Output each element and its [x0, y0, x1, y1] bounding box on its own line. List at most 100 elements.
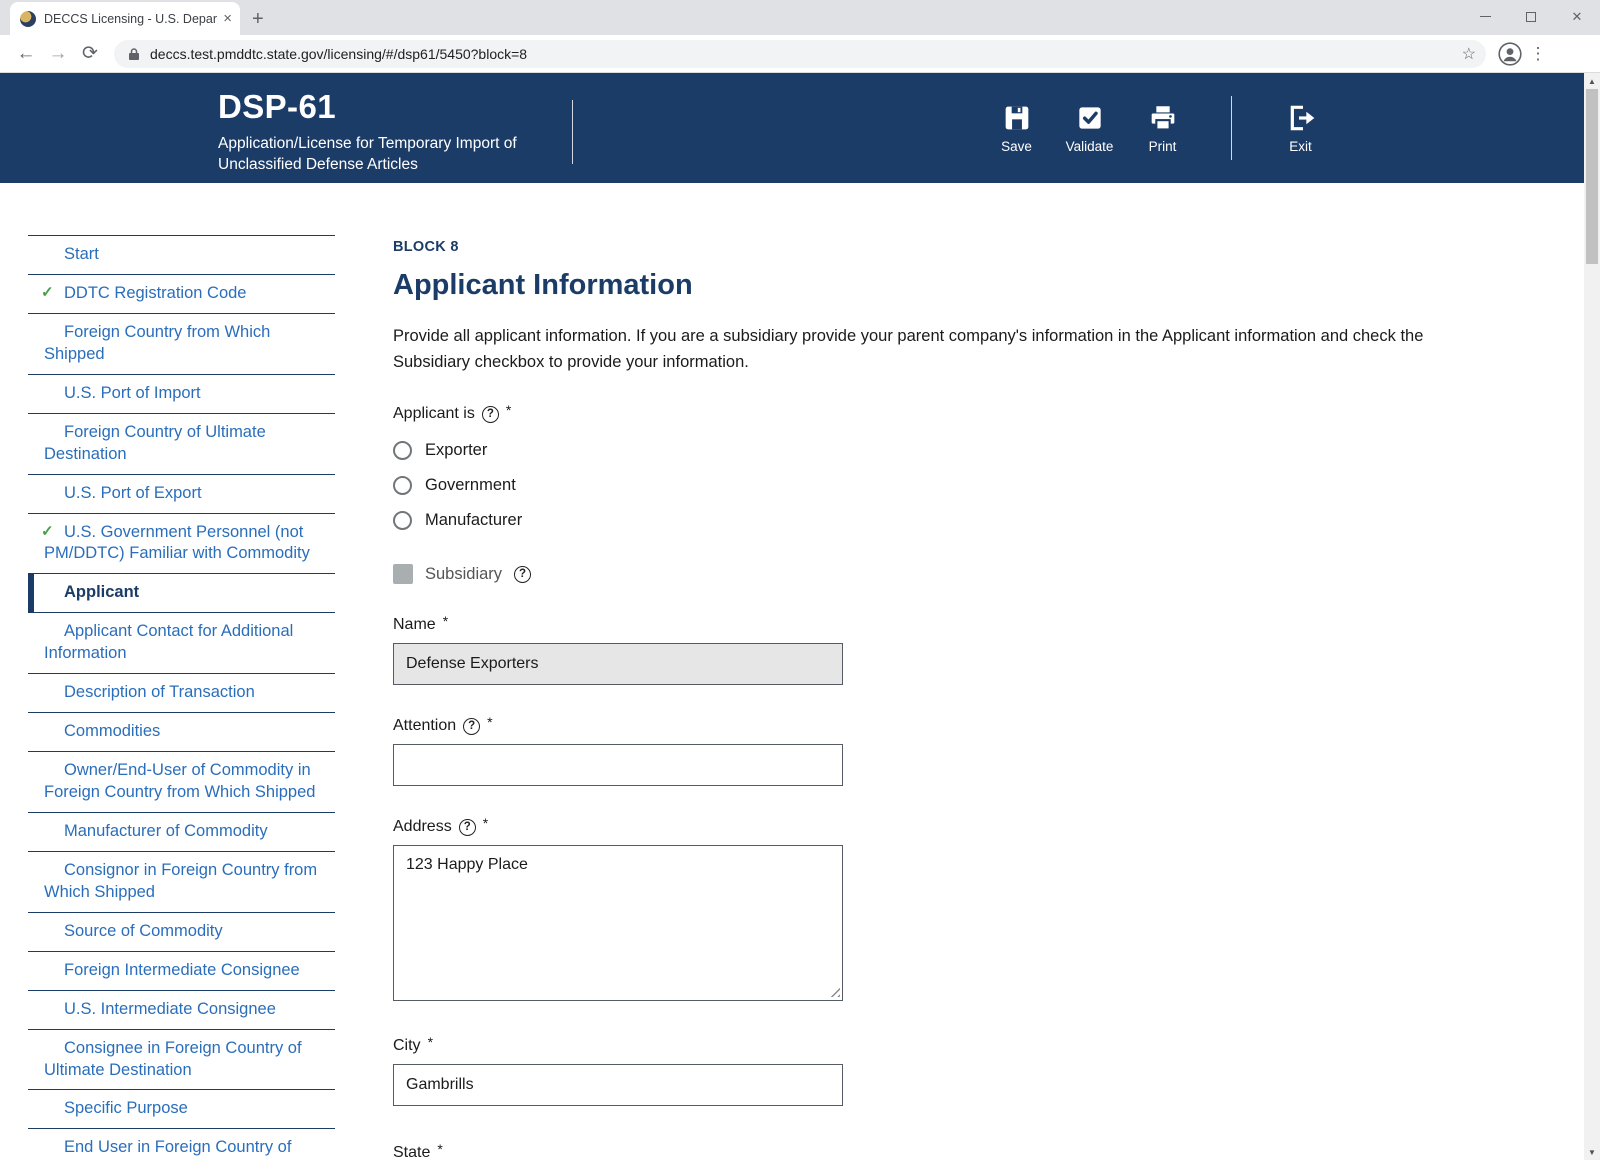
- save-label: Save: [1001, 139, 1032, 154]
- city-label: City: [393, 1037, 421, 1055]
- sidebar-item-foreign-country-from-which-shipped[interactable]: Foreign Country from Which Shipped: [28, 314, 335, 375]
- help-icon[interactable]: ?: [463, 718, 480, 735]
- app-title-block: DSP-61 Application/License for Temporary…: [218, 88, 518, 176]
- state-field-group: State *: [393, 1144, 1473, 1160]
- applicant-is-options: Exporter Government Manufacturer: [393, 433, 1473, 538]
- state-label: State: [393, 1144, 430, 1160]
- subsidiary-checkbox-row[interactable]: Subsidiary ?: [393, 564, 1473, 584]
- main-form: BLOCK 8 Applicant Information Provide al…: [393, 239, 1473, 1160]
- block-label: BLOCK 8: [393, 239, 1473, 255]
- radio-option-manufacturer[interactable]: Manufacturer: [393, 503, 1473, 538]
- address-bar[interactable]: deccs.test.pmddtc.state.gov/licensing/#/…: [114, 40, 1486, 68]
- validate-icon: [1074, 102, 1106, 134]
- sidebar-item-label: U.S. Intermediate Consignee: [64, 1000, 276, 1018]
- radio-icon[interactable]: [393, 476, 412, 495]
- minimize-icon: [1480, 16, 1491, 18]
- sidebar-item-label: Owner/End-User of Commodity in Foreign C…: [44, 761, 315, 801]
- sidebar-item-u-s-port-of-export[interactable]: U.S. Port of Export: [28, 475, 335, 514]
- sidebar-item-label: Description of Transaction: [64, 683, 255, 701]
- exit-button[interactable]: Exit: [1264, 102, 1337, 154]
- sidebar-item-label: U.S. Port of Import: [64, 384, 201, 402]
- required-asterisk: *: [487, 714, 492, 730]
- attention-input[interactable]: [393, 744, 843, 786]
- sidebar-item-u-s-port-of-import[interactable]: U.S. Port of Import: [28, 375, 335, 414]
- sidebar-item-label: Specific Purpose: [64, 1099, 188, 1117]
- sidebar-item-label: U.S. Port of Export: [64, 484, 202, 502]
- lock-icon: [128, 47, 140, 61]
- help-icon[interactable]: ?: [482, 406, 499, 423]
- scrollbar-up-icon[interactable]: ▲: [1584, 73, 1600, 89]
- scrollbar-thumb[interactable]: [1586, 89, 1598, 264]
- minimize-button[interactable]: [1462, 0, 1508, 33]
- radio-option-government[interactable]: Government: [393, 468, 1473, 503]
- radio-label: Exporter: [425, 441, 487, 460]
- sidebar-item-applicant-contact-for-additional-information[interactable]: Applicant Contact for Additional Informa…: [28, 613, 335, 674]
- sidebar-item-source-of-commodity[interactable]: Source of Commodity: [28, 913, 335, 952]
- sidebar-item-label: Start: [64, 245, 99, 263]
- name-label: Name: [393, 616, 436, 634]
- subsidiary-checkbox[interactable]: [393, 564, 413, 584]
- required-asterisk: *: [428, 1034, 433, 1050]
- save-icon: [1001, 102, 1033, 134]
- reload-icon[interactable]: ⟳: [74, 42, 106, 65]
- save-button[interactable]: Save: [980, 102, 1053, 154]
- applicant-is-group: Applicant is ? * Exporter Government Manuf…: [393, 405, 1473, 538]
- scrollbar-down-icon[interactable]: ▼: [1584, 1144, 1600, 1160]
- applicant-is-label: Applicant is: [393, 405, 475, 423]
- radio-option-exporter[interactable]: Exporter: [393, 433, 1473, 468]
- browser-toolbar: ← → ⟳ deccs.test.pmddtc.state.gov/licens…: [0, 35, 1600, 73]
- sidebar-item-start[interactable]: Start: [28, 236, 335, 275]
- back-icon[interactable]: ←: [10, 43, 42, 65]
- sidebar-item-foreign-country-of-ultimate-destination[interactable]: Foreign Country of Ultimate Destination: [28, 414, 335, 475]
- sidebar-item-applicant[interactable]: Applicant: [28, 574, 335, 613]
- check-icon: ✓: [41, 522, 54, 542]
- sidebar-item-label: Foreign Intermediate Consignee: [64, 961, 300, 979]
- required-asterisk: *: [506, 402, 511, 418]
- sidebar-item-manufacturer-of-commodity[interactable]: Manufacturer of Commodity: [28, 813, 335, 852]
- sidebar-item-ddtc-registration-code[interactable]: ✓DDTC Registration Code: [28, 275, 335, 314]
- sidebar-item-label: Foreign Country of Ultimate Destination: [44, 423, 266, 463]
- sidebar-item-label: Manufacturer of Commodity: [64, 822, 268, 840]
- browser-window: DECCS Licensing - U.S. Departme × + ✕ ← …: [0, 0, 1600, 1160]
- radio-label: Manufacturer: [425, 511, 522, 530]
- sidebar-item-foreign-intermediate-consignee[interactable]: Foreign Intermediate Consignee: [28, 952, 335, 991]
- sidebar-item-label: Commodities: [64, 722, 160, 740]
- required-asterisk: *: [443, 613, 448, 629]
- profile-avatar[interactable]: [1498, 42, 1522, 66]
- site-favicon-icon: [20, 11, 36, 27]
- radio-icon[interactable]: [393, 511, 412, 530]
- sidebar-item-u-s-intermediate-consignee[interactable]: U.S. Intermediate Consignee: [28, 991, 335, 1030]
- exit-label: Exit: [1289, 139, 1312, 154]
- new-tab-button[interactable]: +: [252, 9, 264, 29]
- page-scrollbar[interactable]: ▲ ▼: [1584, 73, 1600, 1160]
- page-title: Applicant Information: [393, 269, 1473, 302]
- validate-button[interactable]: Validate: [1053, 102, 1126, 154]
- sidebar-item-u-s-government-personnel-not-pm-ddtc-familiar-with-commodity[interactable]: ✓U.S. Government Personnel (not PM/DDTC)…: [28, 514, 335, 575]
- sidebar-item-end-user-in-foreign-country-of[interactable]: End User in Foreign Country of: [28, 1129, 335, 1160]
- maximize-button[interactable]: [1508, 0, 1554, 33]
- exit-icon: [1285, 102, 1317, 134]
- required-asterisk: *: [483, 815, 488, 831]
- forward-icon[interactable]: →: [42, 43, 74, 65]
- help-icon[interactable]: ?: [459, 819, 476, 836]
- sidebar-item-specific-purpose[interactable]: Specific Purpose: [28, 1090, 335, 1129]
- help-icon[interactable]: ?: [514, 566, 531, 583]
- sidebar-item-owner-end-user-of-commodity-in-foreign-country-from-which-shipped[interactable]: Owner/End-User of Commodity in Foreign C…: [28, 752, 335, 813]
- city-field-group: City *: [393, 1037, 1473, 1106]
- radio-icon[interactable]: [393, 441, 412, 460]
- header-actions-divider: [1231, 96, 1232, 160]
- sidebar-item-consignor-in-foreign-country-from-which-shipped[interactable]: Consignor in Foreign Country from Which …: [28, 852, 335, 913]
- sidebar-item-commodities[interactable]: Commodities: [28, 713, 335, 752]
- address-textarea[interactable]: 123 Happy Place: [393, 845, 843, 1001]
- sidebar-item-consignee-in-foreign-country-of-ultimate-destination[interactable]: Consignee in Foreign Country of Ultimate…: [28, 1030, 335, 1091]
- menu-kebab-icon[interactable]: ⋮: [1526, 44, 1550, 64]
- city-input[interactable]: [393, 1064, 843, 1106]
- maximize-icon: [1526, 12, 1536, 22]
- print-button[interactable]: Print: [1126, 102, 1199, 154]
- tab-close-icon[interactable]: ×: [223, 11, 232, 26]
- close-button[interactable]: ✕: [1554, 0, 1600, 33]
- name-input[interactable]: [393, 643, 843, 685]
- browser-tab[interactable]: DECCS Licensing - U.S. Departme ×: [10, 2, 240, 35]
- bookmark-star-icon[interactable]: ☆: [1462, 44, 1476, 64]
- sidebar-item-description-of-transaction[interactable]: Description of Transaction: [28, 674, 335, 713]
